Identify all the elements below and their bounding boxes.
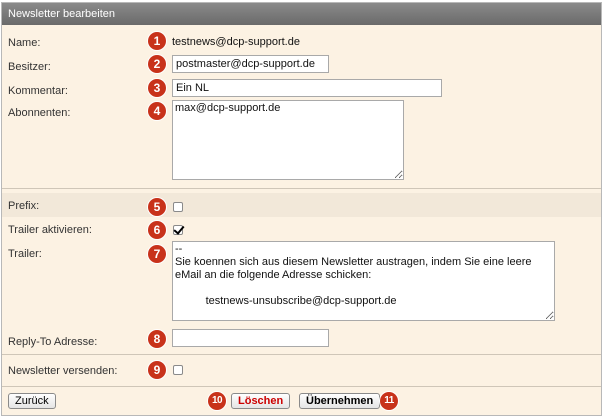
callout-badge-8: 8	[148, 330, 166, 348]
prefix-checkbox[interactable]	[173, 202, 183, 212]
prefix-row-shade	[2, 193, 601, 217]
trailer-enable-label: Trailer aktivieren:	[8, 224, 92, 236]
callout-badge-7: 7	[148, 245, 166, 263]
trailer-label: Trailer:	[8, 248, 42, 260]
subscribers-textarea[interactable]: max@dcp-support.de	[172, 100, 404, 180]
send-checkbox[interactable]	[173, 365, 183, 375]
reply-to-label: Reply-To Adresse:	[8, 336, 98, 348]
callout-badge-3: 3	[148, 79, 166, 97]
delete-button[interactable]: Löschen	[231, 393, 291, 409]
owner-input[interactable]	[172, 55, 329, 73]
callout-badge-2: 2	[148, 55, 166, 73]
back-button[interactable]: Zurück	[8, 393, 56, 409]
name-value: testnews@dcp-support.de	[172, 36, 300, 48]
subscribers-label: Abonnenten:	[8, 107, 71, 119]
callout-badge-10: 10	[208, 392, 226, 410]
callout-badge-11: 11	[380, 392, 398, 410]
name-label: Name:	[8, 37, 41, 49]
reply-to-input[interactable]	[172, 329, 329, 347]
callout-badge-6: 6	[148, 221, 166, 239]
newsletter-edit-panel: Newsletter bearbeiten Name: 1 testnews@d…	[1, 2, 602, 416]
trailer-enable-checkbox[interactable]	[173, 225, 183, 235]
section-divider	[2, 354, 601, 355]
callout-badge-5: 5	[148, 198, 166, 216]
callout-badge-9: 9	[148, 361, 166, 379]
comment-input[interactable]	[172, 79, 442, 97]
panel-title: Newsletter bearbeiten	[2, 3, 601, 25]
section-divider	[2, 188, 601, 189]
callout-badge-4: 4	[148, 102, 166, 120]
comment-label: Kommentar:	[8, 85, 68, 97]
footer-divider	[2, 386, 601, 387]
owner-label: Besitzer:	[8, 61, 51, 73]
apply-button[interactable]: Übernehmen	[299, 393, 381, 409]
trailer-textarea[interactable]: -- Sie koennen sich aus diesem Newslette…	[172, 241, 555, 321]
send-label: Newsletter versenden:	[8, 365, 118, 377]
callout-badge-1: 1	[148, 32, 166, 50]
prefix-label: Prefix:	[8, 200, 40, 212]
